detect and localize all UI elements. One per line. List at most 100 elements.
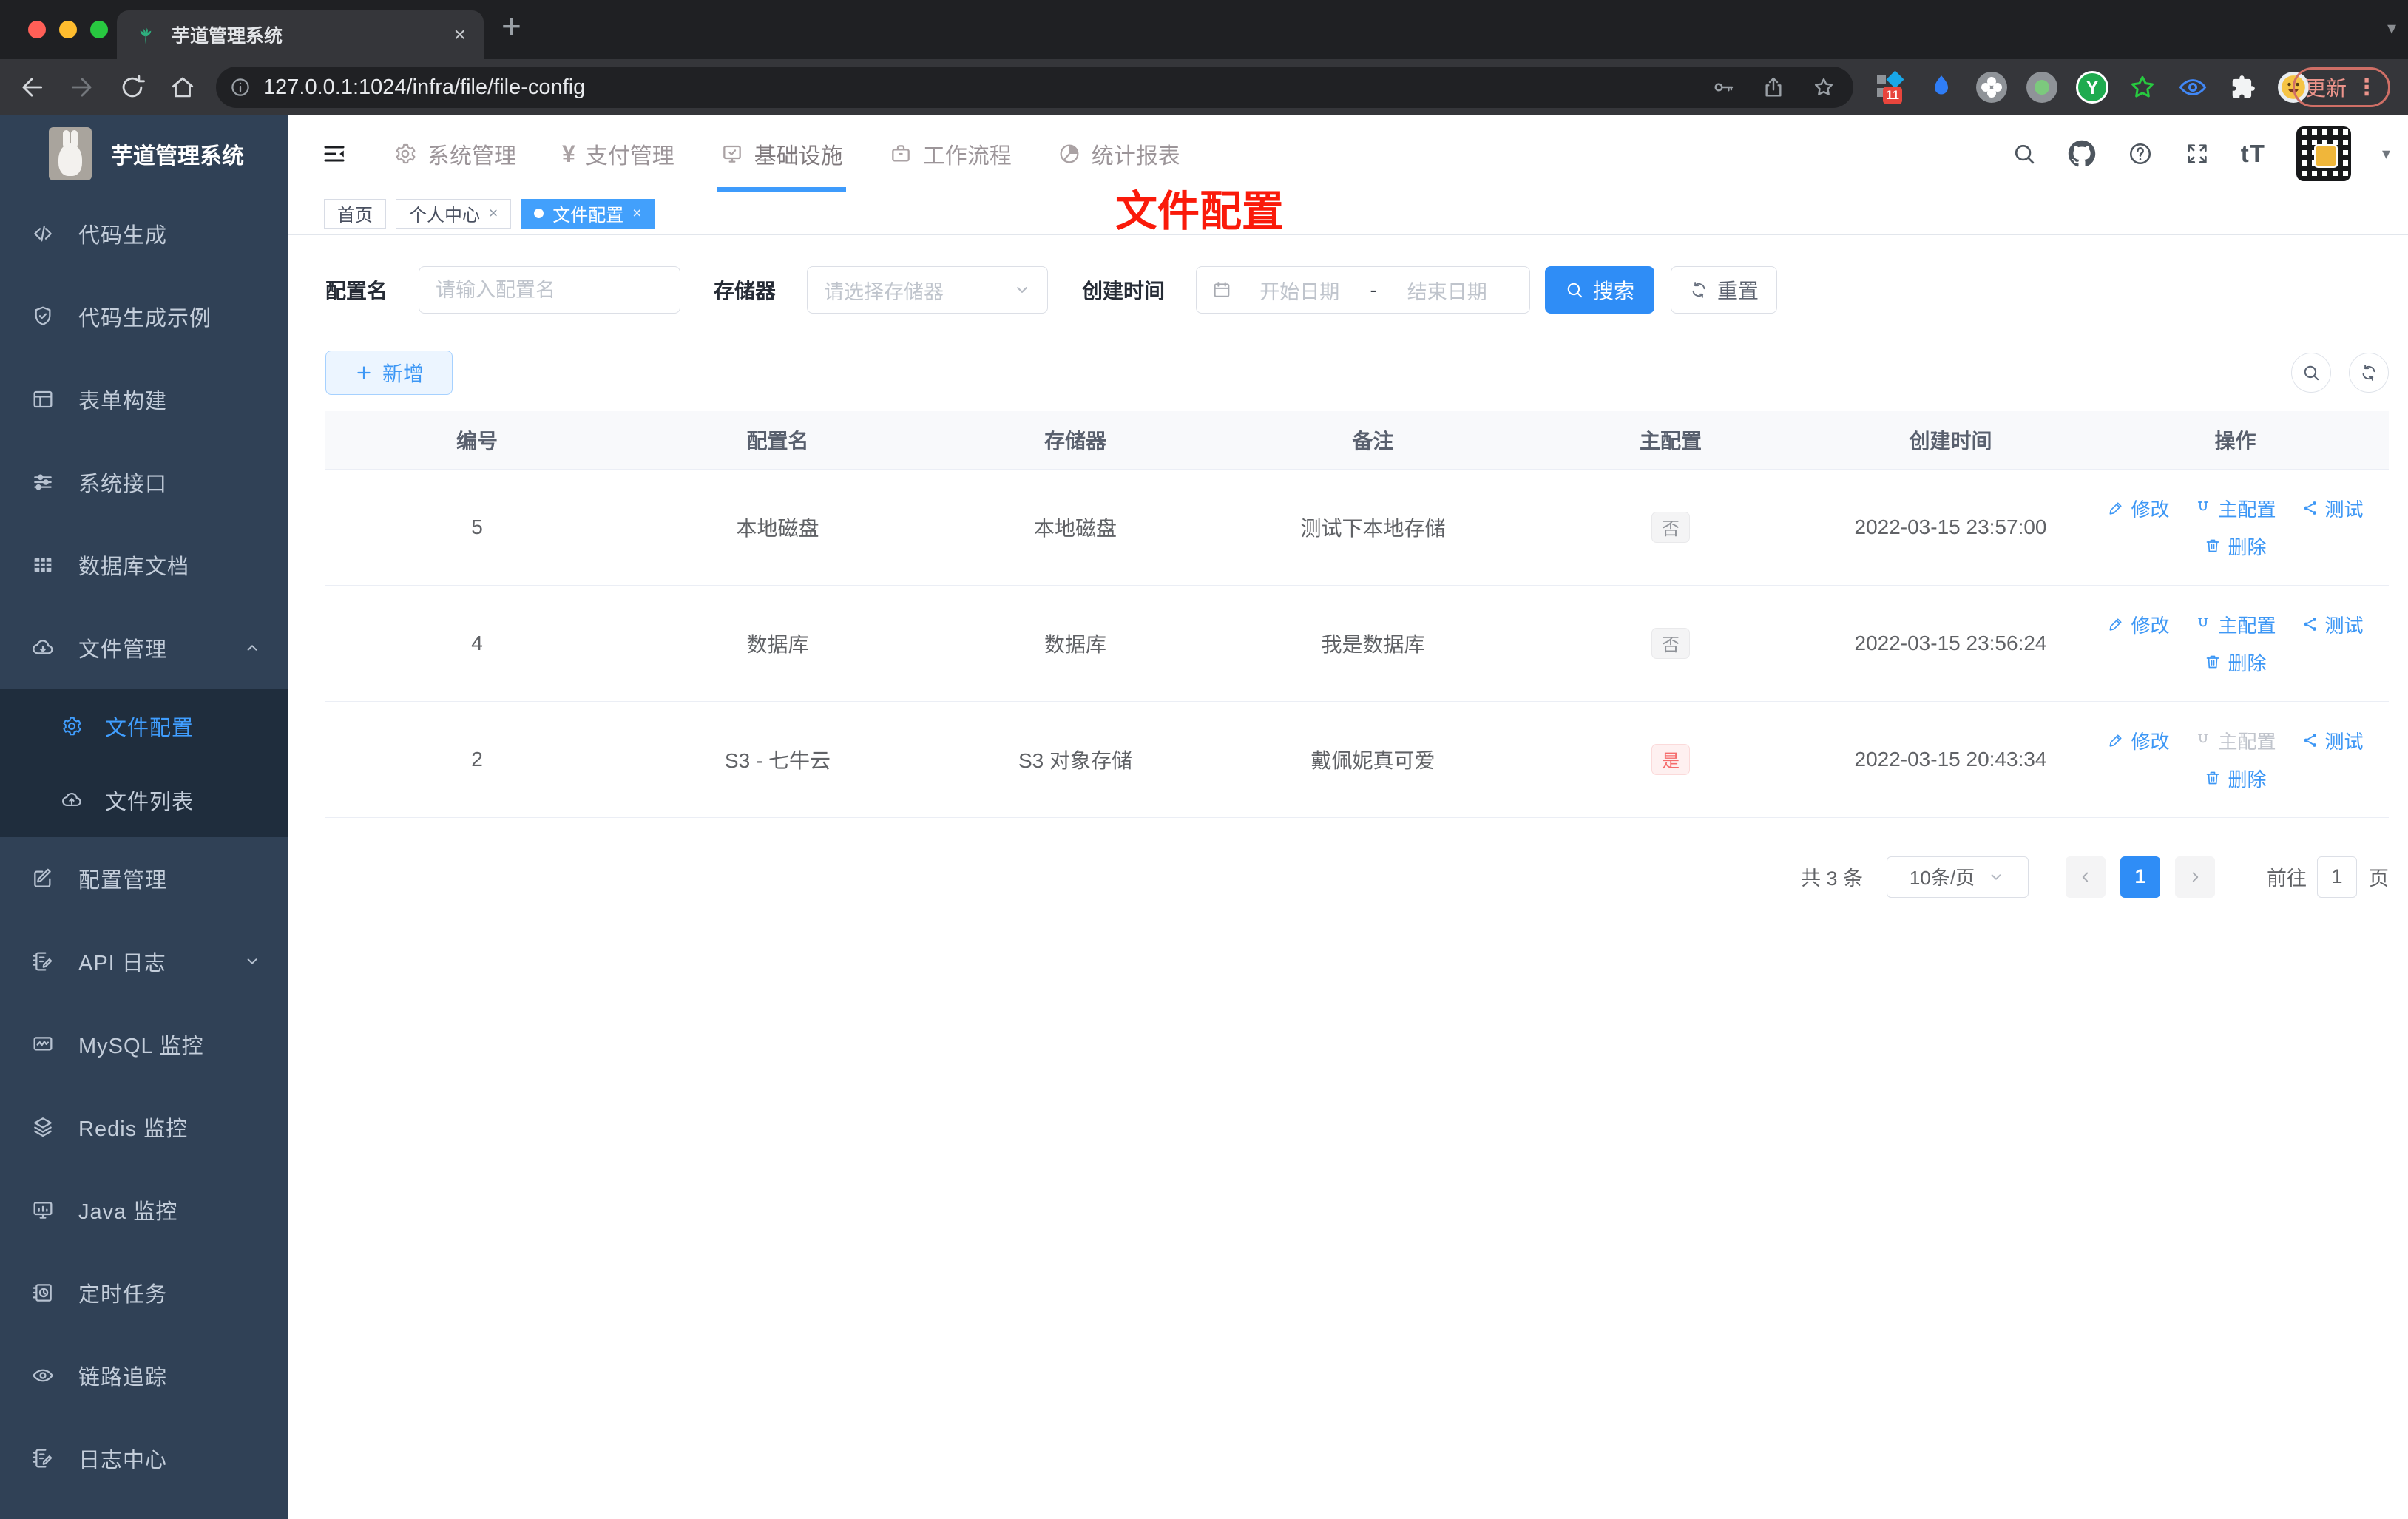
extension-grid-diamond-icon[interactable]: 11 xyxy=(1874,70,1908,104)
sidebar-collapse-icon[interactable] xyxy=(321,141,348,167)
sidebar-item-trace[interactable]: 链路追踪 xyxy=(0,1334,288,1417)
bookmark-star-icon[interactable] xyxy=(1812,75,1836,99)
fullscreen-icon[interactable] xyxy=(2185,141,2210,166)
font-size-icon[interactable]: tT xyxy=(2241,140,2265,168)
sidebar-item-code-generation[interactable]: 代码生成 xyxy=(0,192,288,275)
goto-label: 前往 xyxy=(2267,867,2307,890)
page-content: 配置名 存储器 请选择存储器 创建时间 开始日期 - 结束日期 xyxy=(288,235,2408,1519)
sidebar-item-db-doc[interactable]: 数据库文档 xyxy=(0,524,288,606)
back-button[interactable] xyxy=(18,73,46,101)
page-number-current[interactable]: 1 xyxy=(2120,856,2160,898)
tab-close-icon[interactable]: × xyxy=(454,24,466,45)
extension-dot-icon[interactable] xyxy=(2025,70,2059,104)
prev-page-button[interactable] xyxy=(2066,856,2106,898)
sidebar-item-redis-monitor[interactable]: Redis 监控 xyxy=(0,1086,288,1168)
edit-link[interactable]: 修改 xyxy=(2107,611,2169,638)
end-date-placeholder[interactable]: 结束日期 xyxy=(1380,276,1515,305)
tab-search-caret-icon[interactable]: ▾ xyxy=(2387,18,2396,39)
config-name-input[interactable] xyxy=(419,266,681,314)
delete-link[interactable]: 删除 xyxy=(2204,765,2267,792)
storage-select[interactable]: 请选择存储器 xyxy=(807,266,1049,314)
avatar-caret-down-icon[interactable]: ▾ xyxy=(2382,144,2390,163)
share-icon[interactable] xyxy=(1762,75,1785,99)
sidebar-item-config-management[interactable]: 配置管理 xyxy=(0,837,288,920)
header-actions: 操作 xyxy=(2082,411,2389,470)
topnav-item-infrastructure[interactable]: 基础设施 xyxy=(717,115,846,192)
search-icon[interactable] xyxy=(2012,141,2037,166)
sidebar-submenu-file: 文件配置 文件列表 xyxy=(0,689,288,837)
delete-link[interactable]: 删除 xyxy=(2204,532,2267,560)
address-bar[interactable]: 127.0.0.1:1024/infra/file/file-config xyxy=(216,67,1853,108)
browser-menu-kebab-icon[interactable]: ⋮ xyxy=(2355,75,2378,101)
cell-remark: 我是数据库 xyxy=(1224,585,1522,702)
show-search-button[interactable] xyxy=(2291,353,2331,393)
extension-eye-icon[interactable] xyxy=(2176,70,2210,104)
sidebar-item-file-config[interactable]: 文件配置 xyxy=(0,689,288,763)
new-tab-button[interactable]: + xyxy=(501,6,521,46)
topnav-item-workflow[interactable]: 工作流程 xyxy=(889,115,1012,192)
close-window-button[interactable] xyxy=(28,21,46,38)
sidebar-item-java-monitor[interactable]: Java 监控 xyxy=(0,1168,288,1251)
goto-page-input[interactable] xyxy=(2317,856,2357,898)
delete-link[interactable]: 删除 xyxy=(2204,649,2267,676)
sidebar-item-scheduled-task[interactable]: 定时任务 xyxy=(0,1251,288,1334)
browser-tab[interactable]: 芋道管理系统 × xyxy=(117,10,484,59)
minimize-window-button[interactable] xyxy=(59,21,77,38)
home-button[interactable] xyxy=(169,73,197,101)
chevron-left-icon xyxy=(2076,867,2095,887)
topnav-item-system[interactable]: 系统管理 xyxy=(393,115,516,192)
reset-button[interactable]: 重置 xyxy=(1671,266,1778,314)
create-time-range-picker[interactable]: 开始日期 - 结束日期 xyxy=(1196,266,1531,314)
browser-toolbar: 127.0.0.1:1024/infra/file/file-config 11… xyxy=(0,59,2408,115)
edit-link[interactable]: 修改 xyxy=(2107,727,2169,754)
tag-home[interactable]: 首页 xyxy=(324,198,386,229)
start-date-placeholder[interactable]: 开始日期 xyxy=(1232,276,1367,305)
url-text[interactable]: 127.0.0.1:1024/infra/file/file-config xyxy=(263,75,1711,100)
edit-link[interactable]: 修改 xyxy=(2107,495,2169,522)
test-link[interactable]: 测试 xyxy=(2302,495,2364,522)
sidebar-item-api-log[interactable]: API 日志 xyxy=(0,920,288,1003)
password-key-icon[interactable] xyxy=(1711,75,1735,99)
share-node-icon xyxy=(2302,499,2319,517)
test-link[interactable]: 测试 xyxy=(2302,727,2364,754)
github-icon[interactable] xyxy=(2068,140,2096,168)
test-link[interactable]: 测试 xyxy=(2302,611,2364,638)
zoom-window-button[interactable] xyxy=(90,21,108,38)
add-button[interactable]: 新增 xyxy=(325,351,453,395)
app-logo[interactable]: 芋道管理系统 xyxy=(0,115,288,192)
extension-star-icon[interactable] xyxy=(2125,70,2160,104)
sidebar-item-code-example[interactable]: 代码生成示例 xyxy=(0,275,288,358)
master-config-link[interactable]: 主配置 xyxy=(2194,495,2276,522)
extension-clover-icon[interactable] xyxy=(1975,70,2009,104)
topnav-label: 统计报表 xyxy=(1091,144,1180,169)
page-size-select[interactable]: 10条/页 xyxy=(1887,856,2029,898)
forward-button[interactable] xyxy=(68,73,96,101)
sidebar-item-log-center[interactable]: 日志中心 xyxy=(0,1417,288,1500)
sidebar-item-form-builder[interactable]: 表单构建 xyxy=(0,358,288,441)
reload-button[interactable] xyxy=(118,73,146,101)
tag-file-config[interactable]: 文件配置 × xyxy=(521,198,655,229)
cell-storage: 本地磁盘 xyxy=(927,469,1224,586)
header-config-name: 配置名 xyxy=(629,411,927,470)
extension-y-icon[interactable]: Y xyxy=(2075,70,2109,104)
site-info-icon[interactable] xyxy=(229,76,251,98)
tag-profile[interactable]: 个人中心 × xyxy=(396,198,512,229)
search-button[interactable]: 搜索 xyxy=(1545,266,1655,314)
sidebar-item-mysql-monitor[interactable]: MySQL 监控 xyxy=(0,1003,288,1086)
topnav-item-payment[interactable]: ¥ 支付管理 xyxy=(562,115,674,192)
extension-drop-icon[interactable] xyxy=(1924,70,1958,104)
tag-label: 文件配置 xyxy=(552,206,624,226)
sidebar-item-file-management[interactable]: 文件管理 xyxy=(0,606,288,689)
sidebar-item-system-api[interactable]: 系统接口 xyxy=(0,441,288,524)
master-config-link[interactable]: 主配置 xyxy=(2194,611,2276,638)
extensions-puzzle-icon[interactable] xyxy=(2226,70,2260,104)
help-question-icon[interactable] xyxy=(2127,141,2154,167)
user-avatar[interactable] xyxy=(2296,126,2351,181)
sidebar-item-file-list[interactable]: 文件列表 xyxy=(0,763,288,837)
tag-close-icon[interactable]: × xyxy=(489,205,498,223)
cell-actions: 修改 主配置 测试 删除 xyxy=(2082,701,2389,818)
next-page-button[interactable] xyxy=(2175,856,2215,898)
chrome-update-button[interactable]: 更新 ⋮ xyxy=(2293,67,2390,107)
tag-close-icon[interactable]: × xyxy=(632,205,641,223)
refresh-table-button[interactable] xyxy=(2349,353,2389,393)
